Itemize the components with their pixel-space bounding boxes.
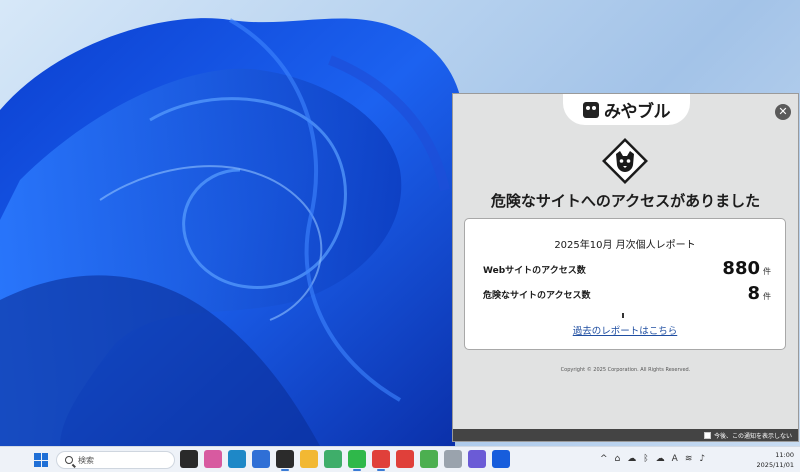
input-indicator-icon[interactable]: A bbox=[672, 454, 678, 464]
taskbar-search-box[interactable]: 検索 bbox=[56, 451, 175, 469]
app-logo: みやブル bbox=[563, 94, 690, 125]
search-icon bbox=[65, 456, 73, 464]
taskbar-clock[interactable]: 11:00 2025/11/01 bbox=[757, 450, 794, 470]
taskbar: 検索 ^ ⌂ ☁ ᛒ ☁ A ≋ ♪ 11:00 2025/11/01 bbox=[0, 446, 800, 472]
network-icon[interactable]: ⌂ bbox=[615, 454, 621, 464]
text-cursor bbox=[622, 313, 624, 318]
web-access-value: 880 bbox=[722, 258, 760, 279]
todo-icon[interactable] bbox=[252, 450, 270, 468]
web-access-unit: 件 bbox=[763, 267, 771, 276]
dog-logo-icon bbox=[583, 101, 599, 118]
dangerous-access-unit: 件 bbox=[763, 292, 771, 301]
warning-dog-icon bbox=[602, 138, 648, 184]
terminal-icon[interactable] bbox=[276, 450, 294, 471]
copyright-text: Copyright © 2025 Corporation. All Rights… bbox=[560, 367, 691, 373]
web-access-count-row: Webサイトのアクセス数 880 件 bbox=[483, 257, 771, 279]
bitwarden-icon[interactable] bbox=[492, 450, 510, 468]
logo-text: みやブル bbox=[604, 102, 671, 122]
clock-time: 11:00 bbox=[775, 451, 794, 459]
tray-overflow-chevron-icon[interactable]: ^ bbox=[600, 454, 608, 464]
web-access-label: Webサイトのアクセス数 bbox=[483, 266, 586, 276]
close-button[interactable]: ✕ bbox=[775, 104, 791, 120]
report-title: 2025年10月 月次個人レポート bbox=[554, 240, 696, 251]
wifi-icon[interactable]: ≋ bbox=[685, 454, 693, 464]
volume-icon[interactable]: ♪ bbox=[699, 454, 705, 464]
dont-show-label: 今後、この通知を表示しない bbox=[713, 432, 792, 440]
puzzle-app-icon[interactable] bbox=[324, 450, 342, 468]
past-reports-link[interactable]: 過去のレポートはこちら bbox=[465, 323, 785, 337]
copilot-icon[interactable] bbox=[204, 450, 222, 468]
pen-app-icon[interactable] bbox=[444, 450, 462, 468]
search-placeholder: 検索 bbox=[78, 455, 94, 465]
vivaldi-icon[interactable] bbox=[372, 450, 390, 471]
bluetooth-icon[interactable]: ᛒ bbox=[643, 454, 648, 464]
dont-show-checkbox[interactable] bbox=[703, 431, 711, 439]
dangerous-access-label: 危険なサイトのアクセス数 bbox=[483, 291, 591, 301]
cloud-icon[interactable]: ☁ bbox=[627, 454, 636, 464]
chrome-icon[interactable] bbox=[420, 450, 438, 468]
dangerous-access-count-row: 危険なサイトのアクセス数 8 件 bbox=[483, 282, 771, 304]
phone-icon[interactable] bbox=[468, 450, 486, 468]
alert-heading: 危険なサイトへのアクセスがありました bbox=[490, 192, 761, 210]
vivaldi-alt-icon[interactable] bbox=[396, 450, 414, 468]
monthly-report-card: 2025年10月 月次個人レポート Webサイトのアクセス数 880 件 危険な… bbox=[464, 218, 786, 350]
popup-footer-bar: 今後、この通知を表示しない bbox=[453, 429, 798, 441]
system-tray: ^ ⌂ ☁ ᛒ ☁ A ≋ ♪ bbox=[600, 454, 705, 464]
file-explorer-icon[interactable] bbox=[300, 450, 318, 468]
onedrive-icon[interactable]: ☁ bbox=[656, 454, 665, 464]
edge-icon[interactable] bbox=[228, 450, 246, 468]
taskbar-apps bbox=[180, 450, 510, 471]
line-icon[interactable] bbox=[348, 450, 366, 471]
dangerous-access-value: 8 bbox=[747, 283, 760, 304]
miyabull-notification-popup: みやブル ✕ 危険なサイトへのアクセスがありました 2025年10月 月次個人レ… bbox=[452, 93, 799, 442]
clock-date: 2025/11/01 bbox=[756, 461, 794, 469]
task-view-icon[interactable] bbox=[180, 450, 198, 468]
start-windows-icon[interactable] bbox=[34, 453, 48, 467]
